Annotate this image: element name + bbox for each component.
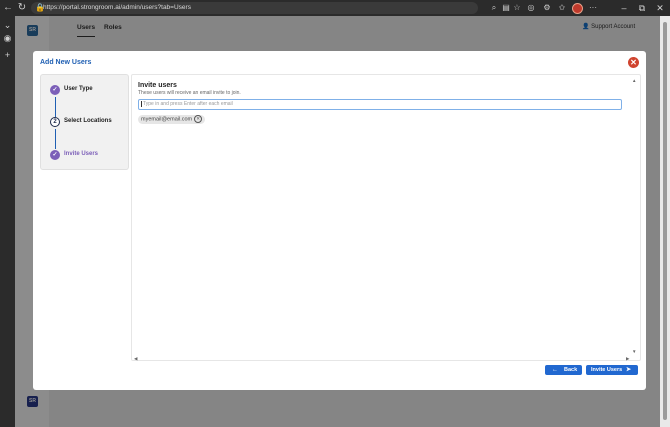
step-label: User Type (64, 86, 93, 92)
close-icon[interactable]: ✕ (628, 57, 639, 68)
modal-title: Add New Users (40, 59, 92, 66)
invite-subheading: These users will receive an email invite… (138, 90, 241, 96)
add-users-modal: Add New Users ✕ ✓ User Type 2 Select Loc… (33, 51, 646, 390)
more-icon[interactable]: ··· (587, 2, 599, 14)
favorite-star-icon[interactable]: ☆ (511, 2, 523, 14)
check-icon: ✓ (50, 150, 60, 160)
email-input-placeholder: Type in and press Enter after each email (143, 101, 233, 107)
add-icon[interactable]: + (2, 50, 13, 61)
browser-sidebar: ⌄ ◉ + (0, 16, 15, 427)
profile-avatar[interactable] (572, 3, 583, 14)
scroll-right-icon[interactable]: ▶ (626, 356, 629, 362)
minimize-icon[interactable]: – (615, 0, 633, 16)
invite-users-button[interactable]: Invite Users ➤ (586, 365, 638, 375)
settings-icon[interactable]: ⚙ (541, 2, 553, 14)
chevron-down-icon[interactable]: ⌄ (2, 20, 13, 31)
scroll-down-icon[interactable]: ▼ (632, 349, 636, 354)
refresh-icon[interactable]: ↻ (16, 2, 28, 14)
url-text: https://portal.strongroom.ai/admin/users… (43, 4, 191, 11)
address-bar[interactable]: 🔒 https://portal.strongroom.ai/admin/use… (31, 2, 478, 14)
step-label: Select Locations (64, 118, 112, 124)
check-icon: ✓ (50, 85, 60, 95)
page-scroll-thumb[interactable] (663, 22, 667, 420)
back-button[interactable]: ← Back (545, 365, 582, 375)
stepper: ✓ User Type 2 Select Locations ✓ Invite … (40, 74, 129, 170)
back-label: Back (564, 367, 578, 373)
back-arrow-icon[interactable]: ← (2, 2, 14, 14)
invite-label: Invite Users (591, 367, 623, 373)
extension-icon[interactable]: ◎ (525, 2, 537, 14)
email-chip: myemail@email.com ✕ (138, 115, 206, 124)
restore-icon[interactable]: ⧉ (633, 0, 651, 16)
favorites-icon[interactable]: ✩ (556, 2, 568, 14)
invite-panel: Invite users These users will receive an… (131, 74, 641, 361)
globe-icon[interactable]: ◉ (2, 33, 13, 44)
browser-toolbar: ← ↻ 🔒 https://portal.strongroom.ai/admin… (0, 0, 670, 16)
invite-heading: Invite users (138, 82, 177, 89)
step-number: 2 (50, 117, 60, 127)
email-input[interactable]: Type in and press Enter after each email (138, 99, 622, 110)
step-connector (55, 97, 56, 117)
step-connector (55, 129, 56, 149)
send-icon: ➤ (626, 367, 632, 373)
scroll-up-icon[interactable]: ▲ (632, 78, 636, 83)
close-window-icon[interactable]: ✕ (651, 0, 669, 16)
remove-chip-icon[interactable]: ✕ (194, 115, 203, 123)
arrow-left-icon: ← (552, 367, 558, 373)
zoom-icon[interactable]: ⌕ (488, 2, 500, 14)
email-chip-label: myemail@email.com (141, 116, 193, 123)
scroll-left-icon[interactable]: ◀ (134, 356, 137, 362)
step-label: Invite Users (64, 151, 99, 157)
